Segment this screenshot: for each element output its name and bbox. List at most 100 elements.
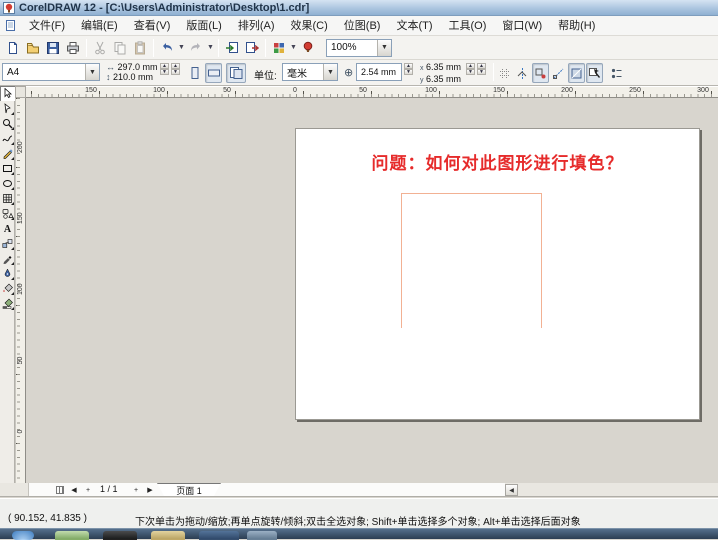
dynamic-guides-button[interactable]	[550, 63, 567, 83]
corel-online-button[interactable]	[298, 38, 318, 58]
options-button[interactable]	[608, 63, 625, 83]
question-text[interactable]: 问题：如何对此图形进行填色？	[296, 149, 699, 174]
basic-shapes-tool[interactable]	[0, 206, 15, 221]
undo-button[interactable]	[157, 38, 177, 58]
drawing-page[interactable]: 问题：如何对此图形进行填色？	[295, 128, 700, 420]
paper-width-field[interactable]: 297.0 mm	[118, 62, 158, 72]
shape-tool[interactable]	[0, 101, 15, 116]
landscape-button[interactable]	[205, 63, 222, 83]
nudge-offset-field[interactable]: 2.54 mm	[356, 63, 402, 81]
open-button[interactable]	[23, 38, 43, 58]
open-rectangle-shape[interactable]	[401, 193, 542, 328]
page-tab[interactable]: 页面 1	[157, 483, 221, 496]
all-pages-button[interactable]	[226, 63, 246, 83]
undo-dropdown-arrow[interactable]: ▼	[177, 38, 186, 58]
standard-toolbar: ▼ ▼ ▼ 100% ▼	[0, 36, 718, 60]
print-button[interactable]	[63, 38, 83, 58]
snap-to-guidelines-button[interactable]	[514, 63, 531, 83]
vertical-ruler[interactable]: 200 150 100 50 0	[15, 98, 26, 483]
hruler-label: 250	[629, 87, 641, 94]
snap-to-grid-button[interactable]	[496, 63, 513, 83]
menu-window[interactable]: 窗口(W)	[494, 16, 550, 36]
units-dropdown-arrow[interactable]: ▼	[323, 64, 337, 80]
zoom-level-combo[interactable]: 100% ▼	[326, 38, 392, 57]
last-page-button[interactable]: ▶	[144, 484, 156, 496]
nudge-offset-value: 2.54 mm	[361, 67, 397, 77]
paper-type-dropdown-arrow[interactable]: ▼	[85, 64, 99, 80]
paper-height-spinner[interactable]: ▲ ▼	[171, 63, 180, 75]
page-navigation-strip: ◀ + 1 / 1 + ▶ 页面 1 ◀	[0, 483, 718, 497]
application-launcher-dropdown-arrow[interactable]: ▼	[289, 38, 298, 58]
fill-tool[interactable]	[0, 281, 15, 296]
duplicate-y-field[interactable]: 6.35 mm	[426, 74, 461, 84]
export-button[interactable]	[242, 38, 262, 58]
horizontal-scroll-left-button[interactable]: ◀	[505, 484, 518, 496]
outline-tool[interactable]	[0, 266, 15, 281]
ruler-origin-corner[interactable]	[15, 86, 26, 98]
menu-bitmaps[interactable]: 位图(B)	[336, 16, 389, 36]
first-page-button[interactable]: ◀	[68, 484, 80, 496]
menu-help[interactable]: 帮助(H)	[550, 16, 603, 36]
page-indicator: 1 / 1	[100, 484, 118, 494]
toolbar-separator	[218, 38, 219, 57]
toolbar-separator	[265, 38, 266, 57]
eyedropper-tool[interactable]	[0, 251, 15, 266]
paper-height-field[interactable]: 210.0 mm	[113, 72, 153, 82]
zoom-dropdown-arrow[interactable]: ▼	[377, 39, 391, 56]
new-document-button[interactable]	[3, 38, 23, 58]
smart-drawing-tool[interactable]	[0, 146, 15, 161]
nudge-offset-spinner[interactable]: ▲ ▼	[404, 63, 413, 75]
portrait-button[interactable]	[186, 63, 203, 83]
menu-arrange[interactable]: 排列(A)	[230, 16, 283, 36]
add-page-after-button[interactable]: +	[130, 484, 142, 496]
ellipse-tool[interactable]	[0, 176, 15, 191]
cut-button[interactable]	[90, 38, 110, 58]
add-page-before-button[interactable]: +	[82, 484, 94, 496]
graph-paper-tool[interactable]	[0, 191, 15, 206]
rectangle-tool[interactable]	[0, 161, 15, 176]
snap-to-objects-button[interactable]	[532, 63, 549, 83]
paper-width-icon: ↔	[106, 62, 115, 72]
redo-button[interactable]	[186, 38, 206, 58]
treat-as-filled-button[interactable]	[568, 63, 585, 83]
menu-tools[interactable]: 工具(O)	[441, 16, 495, 36]
menu-view[interactable]: 查看(V)	[126, 16, 179, 36]
page-tab-label: 页面 1	[176, 485, 202, 496]
hruler-label: 150	[493, 87, 505, 94]
drawing-canvas[interactable]: 问题：如何对此图形进行填色？	[26, 98, 718, 483]
horizontal-ruler[interactable]: 150 100 50 0 50 100 150 200 250 300	[26, 86, 718, 98]
duplicate-x-spinner[interactable]: ▲ ▼	[466, 63, 475, 75]
pick-tool-mode-button[interactable]	[586, 63, 603, 83]
duplicate-x-field[interactable]: 6.35 mm	[426, 62, 461, 72]
redo-dropdown-arrow[interactable]: ▼	[206, 38, 215, 58]
import-button[interactable]	[222, 38, 242, 58]
zoom-level-value: 100%	[331, 42, 357, 53]
save-button[interactable]	[43, 38, 63, 58]
duplicate-y-spinner[interactable]: ▲ ▼	[477, 63, 486, 75]
paper-type-combo[interactable]: A4 ▼	[2, 63, 100, 81]
hruler-label: 50	[359, 87, 367, 94]
pick-tool[interactable]	[0, 86, 15, 101]
paper-width-spinner[interactable]: ▲ ▼	[160, 63, 169, 75]
nudge-offset-icon: ⊕	[344, 67, 354, 79]
text-tool[interactable]: A	[0, 221, 15, 236]
interactive-fill-tool[interactable]	[0, 296, 15, 311]
menu-layout[interactable]: 版面(L)	[178, 16, 229, 36]
interactive-blend-tool[interactable]	[0, 236, 15, 251]
copy-button[interactable]	[110, 38, 130, 58]
cursor-coordinates: ( 90.152, 41.835 )	[8, 513, 87, 524]
document-icon[interactable]	[4, 19, 17, 32]
zoom-tool[interactable]	[0, 116, 15, 131]
docker-mini-icon[interactable]	[56, 486, 64, 494]
menu-effects[interactable]: 效果(C)	[283, 16, 336, 36]
units-combo[interactable]: 毫米 ▼	[282, 63, 338, 81]
freehand-tool[interactable]	[0, 131, 15, 146]
menu-file[interactable]: 文件(F)	[21, 16, 73, 36]
application-launcher-button[interactable]	[269, 38, 289, 58]
menu-text[interactable]: 文本(T)	[388, 16, 440, 36]
units-label: 单位:	[254, 71, 277, 82]
paste-button[interactable]	[130, 38, 150, 58]
hruler-label: 300	[697, 87, 709, 94]
menu-edit[interactable]: 编辑(E)	[73, 16, 126, 36]
paper-type-value: A4	[7, 66, 20, 78]
